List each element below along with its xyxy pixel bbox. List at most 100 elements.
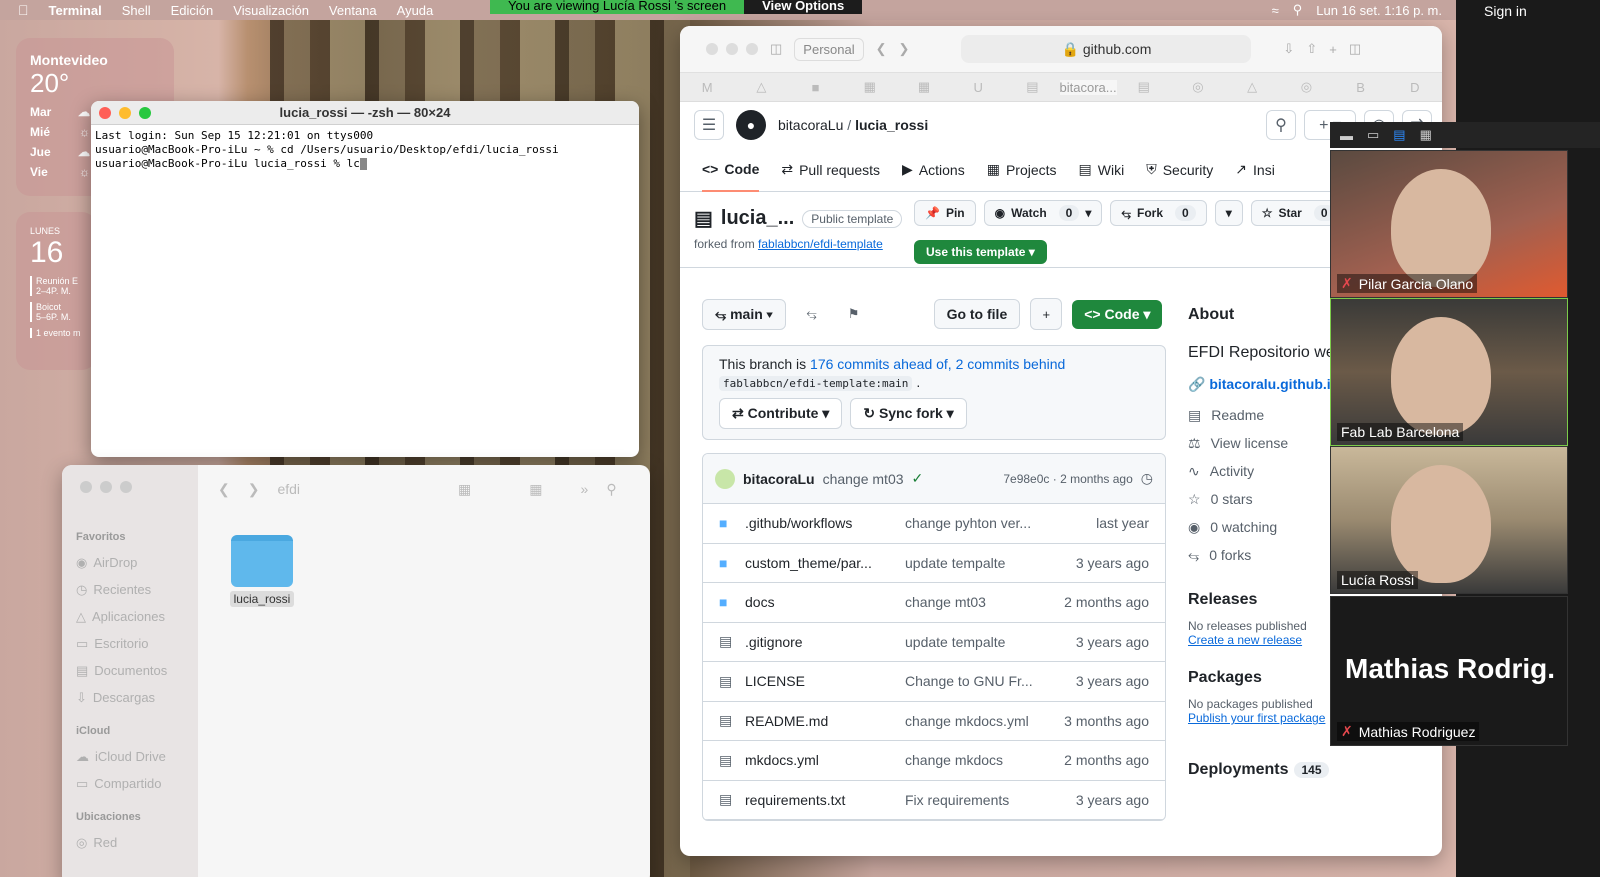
sidebar-item-recientes[interactable]: ◷ Recientes: [76, 576, 184, 603]
tags-icon[interactable]: ⚑: [838, 298, 870, 330]
breadcrumb-owner[interactable]: bitacoraLu: [778, 117, 843, 133]
close-button[interactable]: [706, 43, 718, 55]
tab-gmail[interactable]: M: [680, 80, 734, 95]
deployments-title[interactable]: Deployments 145: [1188, 761, 1442, 779]
search-icon[interactable]: ⚲: [606, 481, 616, 498]
terminal-output[interactable]: Last login: Sun Sep 15 12:21:01 on ttys0…: [91, 125, 639, 175]
participant-tile[interactable]: Lucía Rossi: [1330, 446, 1568, 594]
sidebar-item-escritorio[interactable]: ▭ Escritorio: [76, 630, 184, 657]
commits-ahead-link[interactable]: 176 commits ahead of,: [810, 356, 952, 372]
code-button[interactable]: <> Code ▾: [1072, 299, 1163, 329]
sidebar-item-airdrop[interactable]: ◉ AirDrop: [76, 549, 184, 576]
tab-drive2[interactable]: △: [1225, 79, 1279, 95]
menu-shell[interactable]: Shell: [122, 3, 151, 18]
new-tab-icon[interactable]: +: [1329, 42, 1337, 57]
terminal-window[interactable]: lucia_rossi — -zsh — 80×24 Last login: S…: [91, 101, 639, 457]
tab-circle[interactable]: ◎: [1171, 79, 1225, 95]
menu-visualizacion[interactable]: Visualización: [233, 3, 309, 18]
tab-b[interactable]: B: [1334, 80, 1388, 95]
menu-ayuda[interactable]: Ayuda: [397, 3, 434, 18]
sidebar-item-red[interactable]: ◎ Red: [76, 829, 184, 856]
table-row[interactable]: ■ .github/workflows change pyhton ver... la…: [703, 504, 1165, 544]
participant-tile[interactable]: Fab Lab Barcelona: [1330, 298, 1568, 446]
download-icon[interactable]: ⇩: [1283, 41, 1294, 57]
table-row[interactable]: ■ docs change mt03 2 months ago: [703, 583, 1165, 623]
tab-u[interactable]: U: [951, 80, 1005, 95]
fork-button[interactable]: ⥃ Fork 0: [1110, 200, 1207, 226]
terminal-titlebar[interactable]: lucia_rossi — -zsh — 80×24: [91, 101, 639, 125]
tab-overview-icon[interactable]: ◫: [1349, 41, 1361, 57]
gallery-view-icon[interactable]: ▦: [1420, 127, 1432, 143]
tab-bookmark[interactable]: ■: [788, 80, 842, 95]
table-row[interactable]: ▤ LICENSE Change to GNU Fr... 3 years ago: [703, 662, 1165, 702]
participant-tile[interactable]: ✗ Pilar Garcia Olano: [1330, 150, 1568, 298]
fork-dropdown[interactable]: ▾: [1214, 200, 1243, 226]
tab-github-active[interactable]: bitacora...: [1059, 79, 1117, 95]
finder-window[interactable]: Favoritos ◉ AirDrop ◷ Recientes △ Aplicacio…: [62, 465, 650, 877]
menu-edicion[interactable]: Edición: [171, 3, 214, 18]
folder-item[interactable]: lucia_rossi: [227, 525, 297, 607]
view-grid-icon[interactable]: ▦: [458, 481, 471, 498]
tab-security[interactable]: ⛨ Security: [1146, 148, 1213, 192]
tab-code[interactable]: <> Code: [702, 148, 760, 192]
use-template-button[interactable]: Use this template ▾: [914, 240, 1047, 264]
forward-icon[interactable]: ❯: [899, 41, 910, 57]
menu-app[interactable]: Terminal: [49, 3, 102, 18]
commits-behind-link[interactable]: 2 commits behind: [956, 356, 1066, 372]
tab-plus2[interactable]: ▦: [897, 79, 951, 95]
tab-pull-requests[interactable]: ⇄ Pull requests: [781, 148, 880, 192]
history-icon[interactable]: ◷: [1141, 470, 1153, 487]
profile-selector[interactable]: Personal: [794, 37, 864, 61]
sidebar-item-documentos[interactable]: ▤ Documentos: [76, 657, 184, 684]
strip-view-icon[interactable]: ▤: [1393, 127, 1405, 143]
add-file-button[interactable]: +: [1030, 298, 1063, 330]
forward-icon[interactable]: ❯: [248, 481, 260, 498]
sidebar-item-icloud-drive[interactable]: ☁ iCloud Drive: [76, 743, 184, 770]
breadcrumb-repo[interactable]: lucia_rossi: [855, 117, 928, 133]
calendar-widget[interactable]: LUNES 16 Reunión E 2–4P. M. Boicot 5–6P. M…: [16, 212, 96, 370]
table-row[interactable]: ▤ mkdocs.yml change mkdocs 2 months ago: [703, 741, 1165, 781]
sidebar-item-aplicaciones[interactable]: △ Aplicaciones: [76, 603, 184, 630]
sign-in-button[interactable]: Sign in: [1484, 3, 1527, 19]
tab-drive[interactable]: △: [734, 79, 788, 95]
tab-wiki[interactable]: ▤ Wiki: [1079, 148, 1125, 192]
speaker-view-icon[interactable]: ▭: [1367, 127, 1379, 143]
tab-d[interactable]: D: [1388, 80, 1442, 95]
commit-author[interactable]: bitacoraLu: [743, 471, 815, 487]
address-bar[interactable]: 🔒 github.com: [961, 35, 1252, 63]
zoom-button[interactable]: [746, 43, 758, 55]
table-row[interactable]: ▤ README.md change mkdocs.yml 3 months ago: [703, 702, 1165, 741]
minimize-icon[interactable]: ▬: [1340, 128, 1353, 143]
avatar[interactable]: [715, 468, 735, 489]
safari-window[interactable]: ◫ Personal ❮ ❯ 🔒 github.com ⇩ ⇧ + ◫ M △ ■…: [680, 26, 1442, 856]
go-to-file-button[interactable]: Go to file: [933, 299, 1021, 329]
table-row[interactable]: ■ custom_theme/par... update tempalte 3 yea…: [703, 544, 1165, 583]
sidebar-item-descargas[interactable]: ⇩ Descargas: [76, 684, 184, 711]
table-row[interactable]: ▤ requirements.txt Fix requirements 3 years…: [703, 781, 1165, 820]
tab-projects[interactable]: ▦ Projects: [987, 148, 1057, 192]
search-icon[interactable]: ⚲: [1293, 2, 1303, 18]
branch-selector[interactable]: ⥃ main ▾: [702, 298, 786, 330]
back-icon[interactable]: ❮: [876, 41, 887, 57]
participant-tile[interactable]: Mathias Rodrig. ✗ Mathias Rodriguez: [1330, 596, 1568, 746]
apple-menu-icon[interactable]: : [18, 2, 29, 18]
menu-ventana[interactable]: Ventana: [329, 3, 377, 18]
zoom-button[interactable]: [120, 481, 132, 493]
tab-actions[interactable]: ▶ Actions: [902, 148, 965, 192]
sync-fork-button[interactable]: ↻ Sync fork ▾: [850, 398, 967, 429]
tab-insights[interactable]: ↗ Insi: [1235, 148, 1275, 192]
pin-button[interactable]: 📌 Pin: [914, 200, 976, 226]
tab-plus[interactable]: ▦: [843, 79, 897, 95]
search-icon[interactable]: ⚲: [1266, 110, 1296, 140]
tab-globe[interactable]: ◎: [1279, 79, 1333, 95]
group-icon[interactable]: ▦: [529, 481, 542, 498]
tab-doc[interactable]: ▤: [1005, 79, 1059, 95]
menu-icon[interactable]: ☰: [694, 110, 724, 140]
latest-commit-row[interactable]: bitacoraLu change mt03 ✓ 7e98e0c · 2 mon…: [703, 454, 1165, 504]
table-row[interactable]: ▤ .gitignore update tempalte 3 years ago: [703, 623, 1165, 662]
minimize-button[interactable]: [726, 43, 738, 55]
forked-from-link[interactable]: fablabbcn/efdi-template: [758, 237, 883, 251]
watch-button[interactable]: ◉ Watch 0 ▾: [983, 200, 1103, 226]
sidebar-toggle-icon[interactable]: ◫: [770, 41, 782, 57]
commit-message[interactable]: change mt03: [823, 471, 904, 487]
